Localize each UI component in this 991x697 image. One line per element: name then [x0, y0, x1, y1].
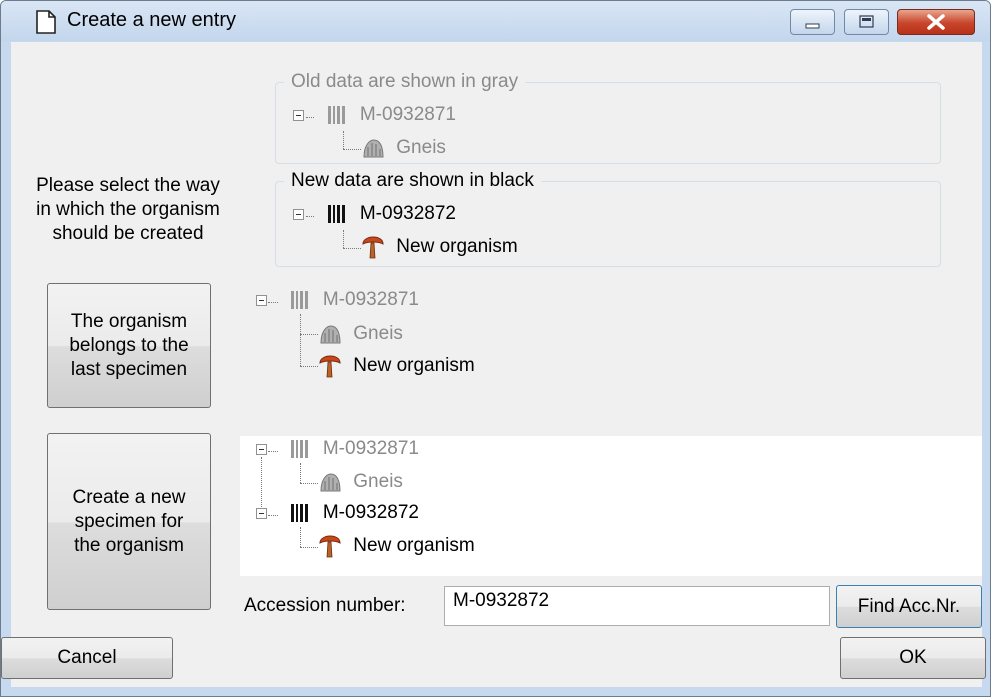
old-data-legend: Old data are shown in gray — [284, 71, 526, 93]
preview-new-organism-label: New organism — [353, 355, 475, 376]
collapse-toggle[interactable] — [293, 109, 304, 121]
barcode-icon — [327, 205, 345, 223]
title-bar: Create a new entry — [1, 1, 990, 41]
dialog-window: Create a new entry Old data are shown in… — [0, 0, 991, 697]
find-accession-button-label: Find Acc.Nr. — [857, 595, 961, 617]
preview2-new-organism-label: New organism — [353, 535, 475, 556]
preview-new-organism-node: New organism — [318, 354, 475, 380]
old-organism-node[interactable]: Gneis — [361, 136, 446, 162]
new-data-legend: New data are shown in black — [284, 170, 541, 192]
new-specimen-node[interactable]: M-0932872 — [293, 203, 456, 229]
old-data-group: Old data are shown in gray M-0932871 Gne… — [275, 71, 941, 164]
organism-belongs-to-last-specimen-button[interactable]: The organism belongs to the last specime… — [47, 283, 211, 408]
barcode-icon — [290, 291, 308, 309]
mushroom-icon — [319, 535, 341, 558]
new-organism-label: New organism — [396, 236, 518, 257]
new-specimen-preview-tree: M-0932871 Gneis M-0932872 New organism — [240, 436, 982, 576]
maximize-button[interactable] — [844, 9, 889, 35]
organism-belongs-button-label: The organism belongs to the last specime… — [69, 310, 189, 380]
maximize-icon — [859, 15, 874, 28]
preview2-old-organism-label: Gneis — [353, 471, 403, 492]
window-title: Create a new entry — [67, 9, 236, 31]
find-accession-number-button[interactable]: Find Acc.Nr. — [836, 585, 982, 628]
preview2-old-specimen-node: M-0932871 — [256, 438, 419, 464]
preview2-old-organism-node: Gneis — [318, 470, 403, 496]
collapse-toggle[interactable] — [256, 507, 267, 519]
accession-number-input[interactable] — [444, 586, 830, 626]
rock-icon — [320, 325, 341, 344]
collapse-toggle[interactable] — [256, 443, 267, 455]
preview-old-organism-node: Gneis — [318, 322, 403, 348]
new-organism-node[interactable]: New organism — [361, 235, 518, 261]
barcode-icon — [327, 106, 345, 124]
close-button[interactable] — [897, 9, 975, 35]
create-new-specimen-button[interactable]: Create a new specimen for the organism — [47, 433, 211, 610]
preview-old-specimen-label: M-0932871 — [322, 289, 419, 310]
rock-icon — [320, 473, 341, 492]
preview-old-specimen-node: M-0932871 — [256, 289, 419, 315]
mushroom-icon — [319, 355, 341, 378]
barcode-icon — [290, 440, 308, 458]
preview2-new-specimen-node: M-0932872 — [256, 502, 419, 528]
cancel-button-label: Cancel — [57, 647, 117, 668]
dialog-content: Old data are shown in gray M-0932871 Gne… — [1, 42, 986, 687]
ok-button[interactable]: OK — [840, 637, 986, 679]
accession-number-label: Accession number: — [244, 595, 406, 616]
old-organism-label: Gneis — [396, 137, 446, 158]
close-icon — [927, 14, 945, 30]
minimize-button[interactable] — [790, 9, 835, 35]
minimize-icon — [805, 23, 820, 29]
barcode-icon — [290, 504, 308, 522]
collapse-toggle[interactable] — [293, 208, 304, 220]
instruction-text: Please select the way in which the organ… — [36, 175, 220, 244]
preview2-new-organism-node: New organism — [318, 534, 475, 560]
rock-icon — [363, 139, 384, 158]
ok-button-label: OK — [899, 647, 927, 668]
document-icon — [36, 10, 56, 34]
new-data-group: New data are shown in black M-0932872 Ne… — [275, 170, 941, 267]
cancel-button[interactable]: Cancel — [1, 637, 173, 679]
collapse-toggle[interactable] — [256, 294, 267, 306]
old-specimen-label: M-0932871 — [359, 104, 456, 125]
preview2-old-specimen-label: M-0932871 — [322, 438, 419, 459]
new-specimen-label: M-0932872 — [359, 203, 456, 224]
create-new-specimen-button-label: Create a new specimen for the organism — [72, 486, 186, 556]
old-specimen-node[interactable]: M-0932871 — [293, 104, 456, 130]
preview2-new-specimen-label: M-0932872 — [322, 502, 419, 523]
preview-old-organism-label: Gneis — [353, 323, 403, 344]
mushroom-icon — [362, 236, 384, 259]
